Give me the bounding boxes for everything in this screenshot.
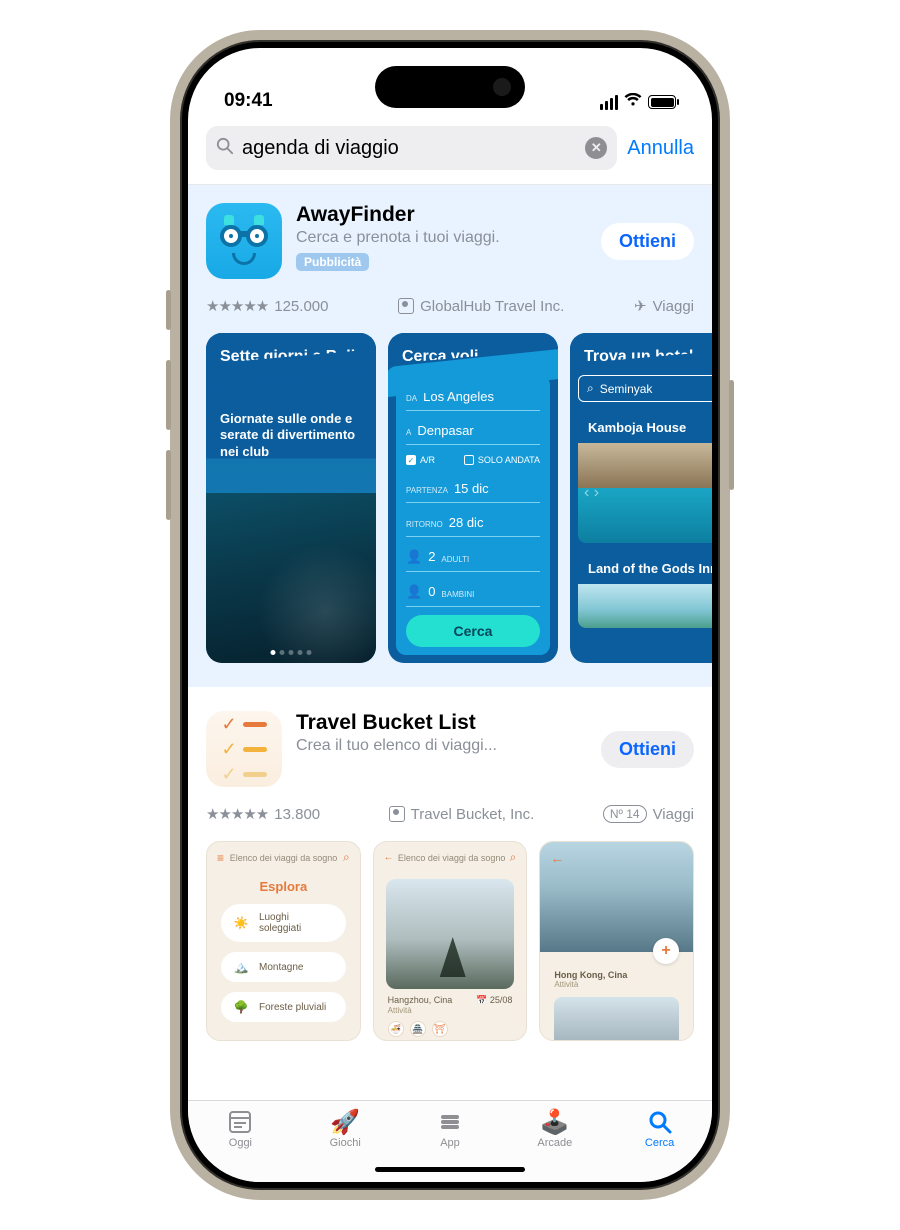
screenshot-2[interactable]: Cerca voli DALos Angeles ADenpasar ✓A/RS…	[388, 333, 558, 663]
ad-badge: Pubblicità	[296, 253, 369, 271]
wifi-icon	[624, 92, 642, 112]
screenshots-row[interactable]: ≡Elenco dei viaggi da sogno⌕ Esplora ☀️L…	[206, 841, 694, 1041]
airplane-icon: ✈	[634, 297, 647, 315]
apps-icon	[437, 1109, 463, 1135]
search-icon: ⌕	[587, 381, 594, 396]
search-input[interactable]	[242, 137, 577, 160]
screenshot-caption: Giornate sulle onde e serate di divertim…	[220, 411, 362, 460]
app-title: Travel Bucket List	[296, 711, 587, 735]
developer-name: Travel Bucket, Inc.	[411, 806, 535, 823]
category-label: Viaggi	[653, 298, 694, 315]
cellular-icon	[600, 95, 618, 110]
star-rating-icon: ★★★★★	[206, 805, 268, 823]
app-icon-travel-bucket[interactable]: ✓ ✓ ✓	[206, 711, 282, 787]
category-label: Viaggi	[653, 806, 694, 823]
battery-icon	[648, 95, 676, 109]
tab-games[interactable]: 🚀Giochi	[293, 1109, 398, 1149]
star-rating-icon: ★★★★★	[206, 297, 268, 315]
add-icon: +	[653, 938, 679, 964]
search-icon: ⌕	[343, 850, 350, 865]
screenshot-title: Sette giorni a Bali	[206, 333, 376, 376]
tab-today[interactable]: Oggi	[188, 1109, 293, 1149]
screenshot-3[interactable]: ←+ Hong Kong, Cina Attività	[539, 841, 694, 1041]
cancel-link[interactable]: Annulla	[627, 137, 694, 160]
dynamic-island	[375, 66, 525, 108]
menu-icon: ≡	[217, 851, 224, 865]
search-icon	[216, 137, 234, 160]
screenshot-3[interactable]: Trova un hotel ⌕Seminyak Kamboja House L…	[570, 333, 712, 663]
tab-apps[interactable]: App	[398, 1109, 503, 1149]
search-icon	[647, 1109, 673, 1135]
get-button[interactable]: Ottieni	[601, 223, 694, 260]
search-flights-button: Cerca	[406, 615, 540, 647]
app-subtitle: Crea il tuo elenco di viaggi...	[296, 737, 587, 755]
search-icon: ⌕	[510, 850, 517, 865]
today-icon	[227, 1109, 253, 1135]
search-field[interactable]: ✕	[206, 126, 617, 170]
screenshot-title: Trova un hotel	[570, 333, 712, 376]
developer-icon	[398, 298, 414, 314]
rank-badge: Nº 14	[603, 805, 647, 823]
developer-icon	[389, 806, 405, 822]
get-button[interactable]: Ottieni	[601, 731, 694, 768]
app-icon-awayfinder[interactable]	[206, 203, 282, 279]
app-subtitle: Cerca e prenota i tuoi viaggi.	[296, 229, 587, 247]
back-icon: ←	[384, 852, 394, 863]
sponsored-result[interactable]: AwayFinder Cerca e prenota i tuoi viaggi…	[188, 185, 712, 687]
rating-count: 13.800	[274, 806, 320, 823]
tab-arcade[interactable]: 🕹️Arcade	[502, 1109, 607, 1149]
status-time: 09:41	[224, 90, 273, 112]
screenshot-1[interactable]: ≡Elenco dei viaggi da sogno⌕ Esplora ☀️L…	[206, 841, 361, 1041]
organic-result[interactable]: ✓ ✓ ✓ Travel Bucket List Crea il tuo ele…	[188, 687, 712, 1041]
results-scroll[interactable]: AwayFinder Cerca e prenota i tuoi viaggi…	[188, 185, 712, 1100]
home-indicator[interactable]	[375, 1167, 525, 1172]
screenshot-2[interactable]: ←Elenco dei viaggi da sogno⌕ Hangzhou, C…	[373, 841, 528, 1041]
tab-search[interactable]: Cerca	[607, 1109, 712, 1149]
arcade-icon: 🕹️	[540, 1109, 570, 1135]
app-title: AwayFinder	[296, 203, 587, 227]
screenshot-1[interactable]: Sette giorni a Bali Giornate sulle onde …	[206, 333, 376, 663]
rating-count: 125.000	[274, 298, 328, 315]
clear-search-button[interactable]: ✕	[585, 137, 607, 159]
rocket-icon: 🚀	[330, 1109, 360, 1135]
developer-name: GlobalHub Travel Inc.	[420, 298, 564, 315]
back-icon: ←	[550, 850, 564, 866]
screenshots-row[interactable]: Sette giorni a Bali Giornate sulle onde …	[206, 333, 694, 663]
